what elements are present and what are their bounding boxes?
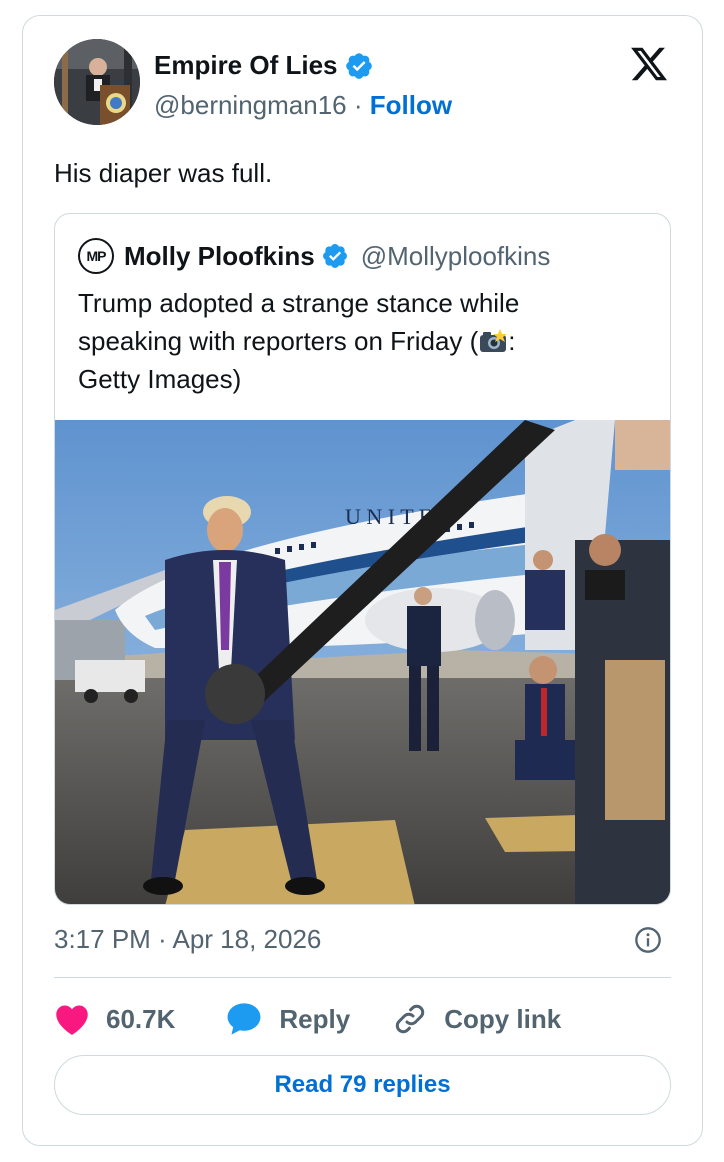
quoted-author-avatar[interactable]: MP xyxy=(78,238,114,274)
quoted-tweet-text: Trump adopted a strange stance while spe… xyxy=(78,284,648,398)
quoted-author-name[interactable]: Molly Ploofkins xyxy=(124,241,315,272)
author-handle-row: @berningman16 · Follow xyxy=(154,90,452,121)
link-icon xyxy=(396,1004,425,1034)
quoted-text-line-1: Trump adopted a strange stance while xyxy=(78,288,520,318)
tweet-actions: 60.7K Reply Copy link xyxy=(54,1001,561,1037)
embedded-tweet-card: Empire Of Lies @berningman16 · Follow Hi… xyxy=(22,15,703,1146)
divider xyxy=(54,977,671,978)
verified-badge-icon xyxy=(345,52,372,79)
speech-bubble-icon xyxy=(227,1003,261,1035)
tweet-timestamp[interactable]: 3:17 PM · Apr 18, 2026 xyxy=(54,924,321,955)
verified-badge-icon xyxy=(322,244,347,268)
author-avatar[interactable] xyxy=(54,39,140,125)
handle-separator: · xyxy=(353,90,363,120)
reply-button[interactable]: Reply xyxy=(225,1001,392,1037)
tweet-text: His diaper was full. xyxy=(54,158,273,188)
heart-icon xyxy=(56,1005,88,1035)
follow-button[interactable]: Follow xyxy=(370,90,452,120)
copy-link-button[interactable]: Copy link xyxy=(392,1001,561,1037)
copy-link-label: Copy link xyxy=(444,1003,562,1034)
author-handle[interactable]: @berningman16 xyxy=(154,90,347,120)
x-logo-icon[interactable] xyxy=(629,44,669,84)
read-replies-button[interactable]: Read 79 replies xyxy=(54,1055,671,1115)
like-count: 60.7K xyxy=(106,1003,176,1034)
quoted-author-handle[interactable]: @Mollyploofkins xyxy=(361,241,551,272)
quoted-text-line-3: Getty Images) xyxy=(78,364,242,394)
quoted-text-line-2: speaking with reporters on Friday ( : xyxy=(78,322,648,360)
quoted-text-line-2b: : xyxy=(508,326,516,356)
info-icon[interactable] xyxy=(634,926,662,954)
author-avatar-image xyxy=(54,39,140,125)
author-name[interactable]: Empire Of Lies xyxy=(154,50,374,81)
camera-flash-icon xyxy=(480,329,508,352)
quoted-tweet-header: MP Molly Ploofkins @Mollyploofkins xyxy=(78,238,550,274)
like-button[interactable]: 60.7K xyxy=(54,1002,225,1036)
quoted-tweet[interactable]: MP Molly Ploofkins @Mollyploofkins Trump… xyxy=(54,213,671,905)
quoted-tweet-photo[interactable]: U N I T E D xyxy=(55,420,671,905)
quoted-text-line-2a: speaking with reporters on Friday ( xyxy=(78,326,479,356)
reply-label: Reply xyxy=(279,1003,351,1034)
author-name-text: Empire Of Lies xyxy=(154,50,338,80)
